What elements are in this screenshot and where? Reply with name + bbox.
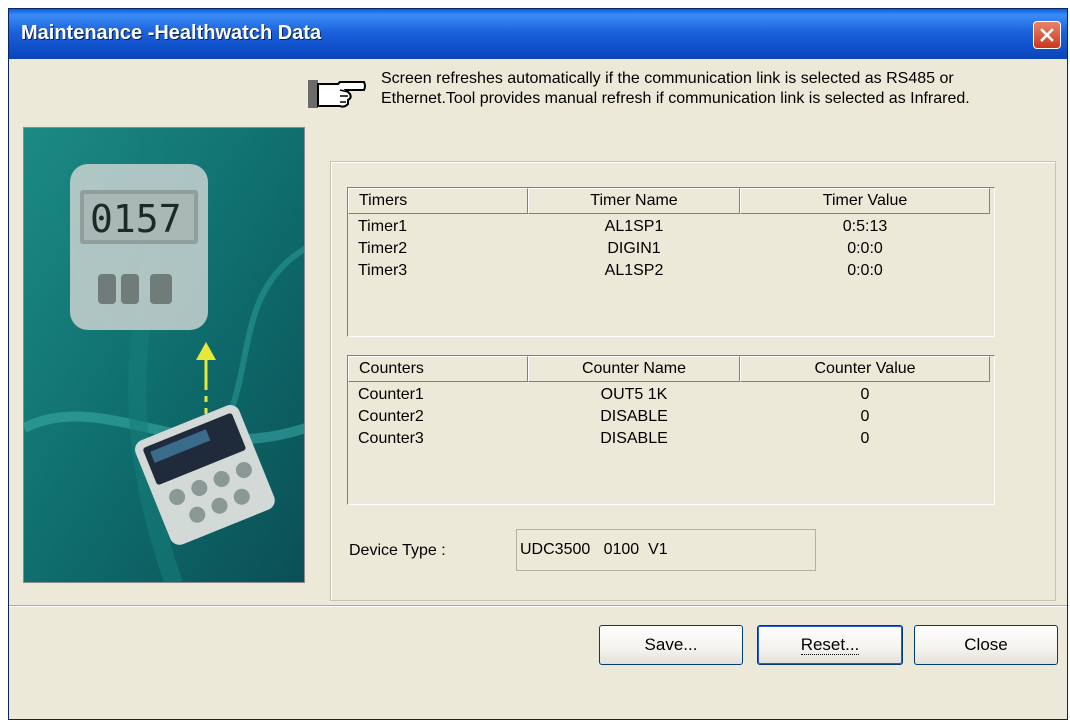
counter-name: DISABLE: [600, 408, 668, 425]
reset-button-label: Reset...: [800, 635, 860, 655]
timer-value: 0:0:0: [847, 240, 883, 257]
table-row[interactable]: Counter2 DISABLE 0: [348, 406, 994, 428]
device-illustration: 0157: [23, 127, 305, 583]
counter-name: OUT5 1K: [600, 386, 668, 403]
counters-list[interactable]: Counters Counter Name Counter Value Coun…: [347, 355, 995, 505]
counter-value: 0: [860, 430, 870, 447]
illustration-display-reading: 0157: [90, 197, 182, 241]
counters-header: Counters Counter Name Counter Value: [348, 356, 994, 382]
timer-name: DIGIN1: [607, 240, 661, 257]
timer-value: 0:5:13: [842, 218, 888, 235]
table-row[interactable]: Timer2 DIGIN1 0:0:0: [348, 238, 994, 260]
table-row[interactable]: Counter1 OUT5 1K 0: [348, 384, 994, 406]
timer-value: 0:0:0: [847, 262, 883, 279]
counter-id: Counter2: [358, 408, 424, 425]
timer-id: Timer2: [358, 240, 408, 257]
pointing-hand-icon: [308, 80, 366, 108]
close-window-button[interactable]: [1033, 21, 1061, 49]
close-icon: [1040, 28, 1054, 42]
counter-id: Counter3: [358, 430, 424, 447]
close-button-label: Close: [964, 635, 1008, 654]
timer-name: AL1SP1: [604, 218, 664, 235]
table-row[interactable]: Counter3 DISABLE 0: [348, 428, 994, 450]
title-bar[interactable]: Maintenance -Healthwatch Data: [9, 9, 1067, 59]
refresh-info-text: Screen refreshes automatically if the co…: [381, 70, 970, 107]
device-type-field: UDC3500 0100 V1: [516, 529, 816, 571]
close-button[interactable]: Close: [914, 625, 1058, 665]
window-title: Maintenance -Healthwatch Data: [21, 22, 322, 44]
timers-list[interactable]: Timers Timer Name Timer Value Timer1 AL1…: [347, 187, 995, 337]
timer-name: AL1SP2: [604, 262, 664, 279]
counters-column-header[interactable]: Counters: [348, 356, 528, 382]
save-button[interactable]: Save...: [599, 625, 743, 665]
reset-button[interactable]: Reset...: [757, 625, 903, 665]
counter-value: 0: [860, 408, 870, 425]
table-row[interactable]: Timer1 AL1SP1 0:5:13: [348, 216, 994, 238]
timers-header: Timers Timer Name Timer Value: [348, 188, 994, 214]
counter-id: Counter1: [358, 386, 424, 403]
separator: [9, 605, 1067, 607]
counter-name: DISABLE: [600, 430, 668, 447]
save-button-label: Save...: [644, 635, 698, 654]
timers-column-header[interactable]: Timers: [348, 188, 528, 214]
device-type-label: Device Type :: [349, 542, 446, 559]
counter-value: 0: [860, 386, 870, 403]
timer-name-column-header[interactable]: Timer Name: [528, 188, 740, 214]
table-row[interactable]: Timer3 AL1SP2 0:0:0: [348, 260, 994, 282]
timer-id: Timer3: [358, 262, 408, 279]
timer-value-column-header[interactable]: Timer Value: [740, 188, 990, 214]
counter-value-column-header[interactable]: Counter Value: [740, 356, 990, 382]
counter-name-column-header[interactable]: Counter Name: [528, 356, 740, 382]
timer-id: Timer1: [358, 218, 408, 235]
dialog-window: Maintenance -Healthwatch Data 0157 Scree…: [8, 8, 1068, 720]
